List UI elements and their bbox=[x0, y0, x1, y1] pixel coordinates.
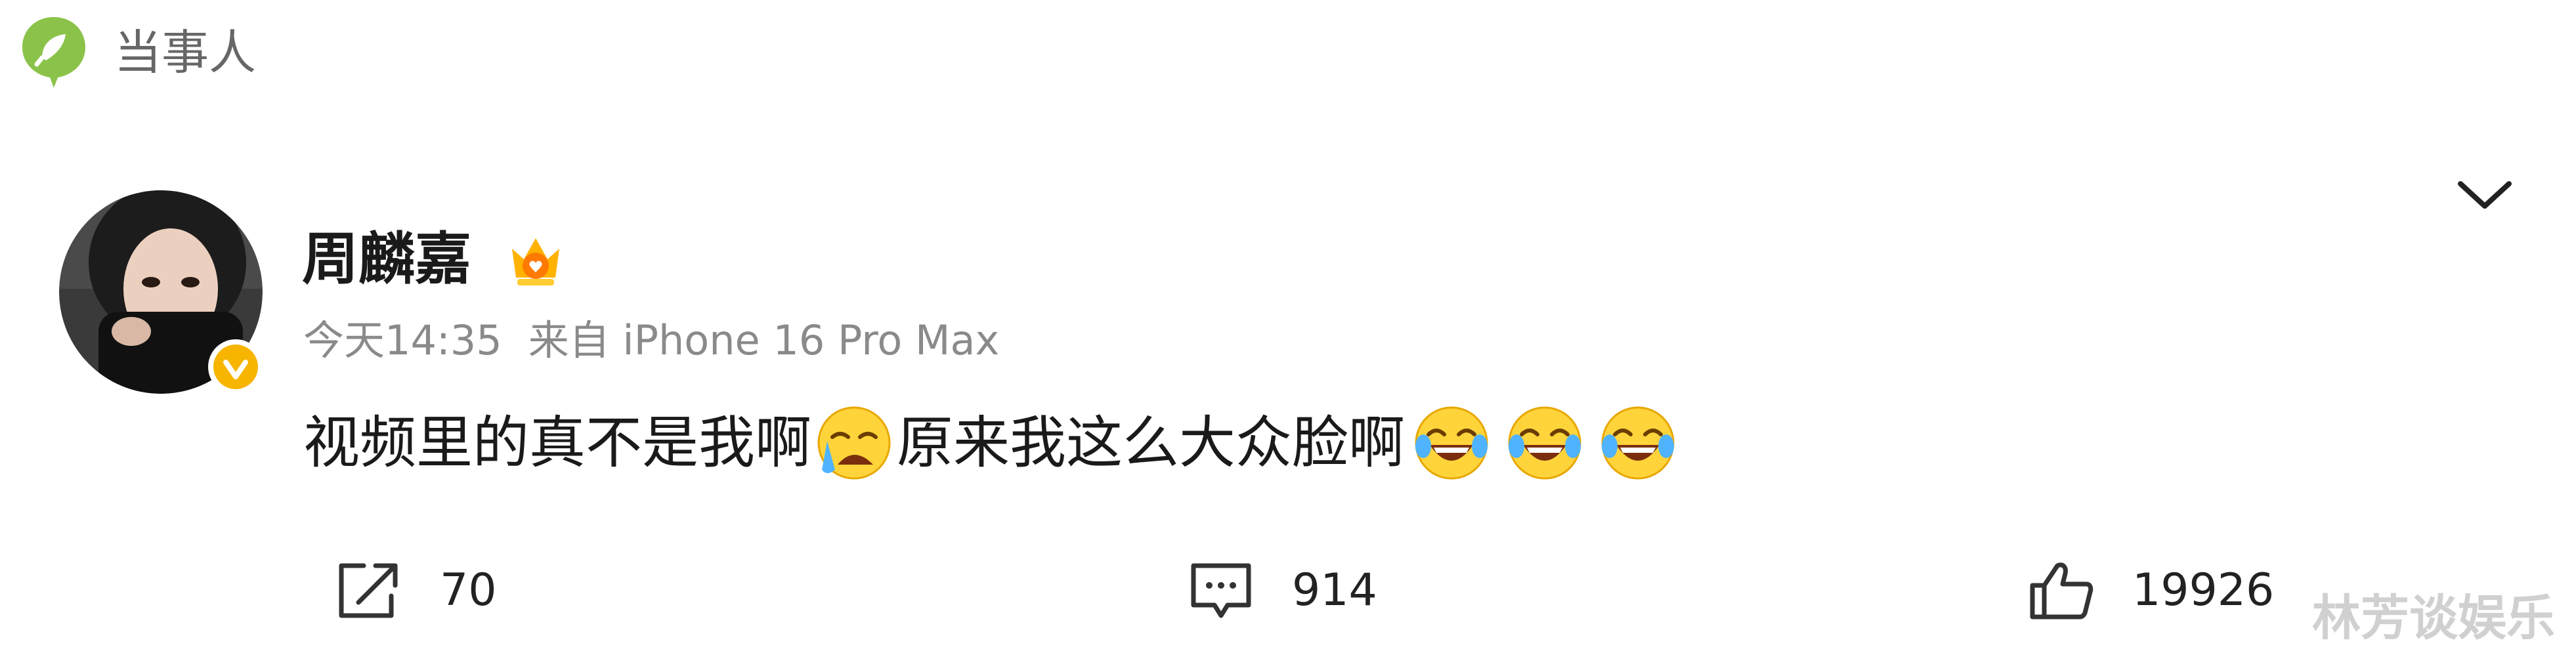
verified-v-icon bbox=[208, 339, 263, 394]
topic-tag[interactable]: 当事人 bbox=[20, 13, 256, 92]
thumbs-up-icon bbox=[2030, 562, 2093, 620]
post-meta: 今天14:35 来自 iPhone 16 Pro Max bbox=[303, 320, 999, 361]
comment-button[interactable]: 914 bbox=[1187, 555, 1377, 627]
like-count: 19926 bbox=[2132, 564, 2275, 616]
repost-icon bbox=[339, 563, 398, 618]
laughing-tears-emoji bbox=[1508, 406, 1581, 480]
like-button[interactable]: 19926 bbox=[2027, 555, 2274, 627]
topic-label: 当事人 bbox=[114, 25, 257, 80]
laughing-tears-emoji bbox=[1601, 406, 1675, 480]
comment-icon bbox=[1191, 563, 1251, 618]
author-name[interactable]: 周麟嘉 bbox=[302, 231, 471, 287]
author-avatar[interactable] bbox=[59, 190, 263, 394]
repost-button[interactable]: 70 bbox=[335, 555, 497, 627]
laughing-tears-emoji bbox=[1415, 406, 1488, 480]
member-crown-icon[interactable] bbox=[504, 226, 567, 292]
post-content: 视频里的真不是我啊 原来我这么大众脸啊 bbox=[303, 400, 1685, 486]
chevron-down-icon[interactable] bbox=[2455, 176, 2514, 215]
comment-count: 914 bbox=[1292, 564, 1377, 616]
post-text-1: 视频里的真不是我啊 bbox=[303, 410, 811, 476]
topic-chat-bubble-icon bbox=[22, 17, 85, 88]
watermark-text: 林芳谈娱乐 bbox=[2312, 590, 2555, 646]
post-text-2: 原来我这么大众脸啊 bbox=[897, 410, 1405, 476]
post-source: 来自 iPhone 16 Pro Max bbox=[528, 316, 1000, 364]
post-time: 今天14:35 bbox=[303, 316, 502, 364]
repost-count: 70 bbox=[440, 564, 497, 616]
crying-emoji bbox=[817, 406, 891, 480]
author-name-row: 周麟嘉 bbox=[302, 220, 567, 299]
